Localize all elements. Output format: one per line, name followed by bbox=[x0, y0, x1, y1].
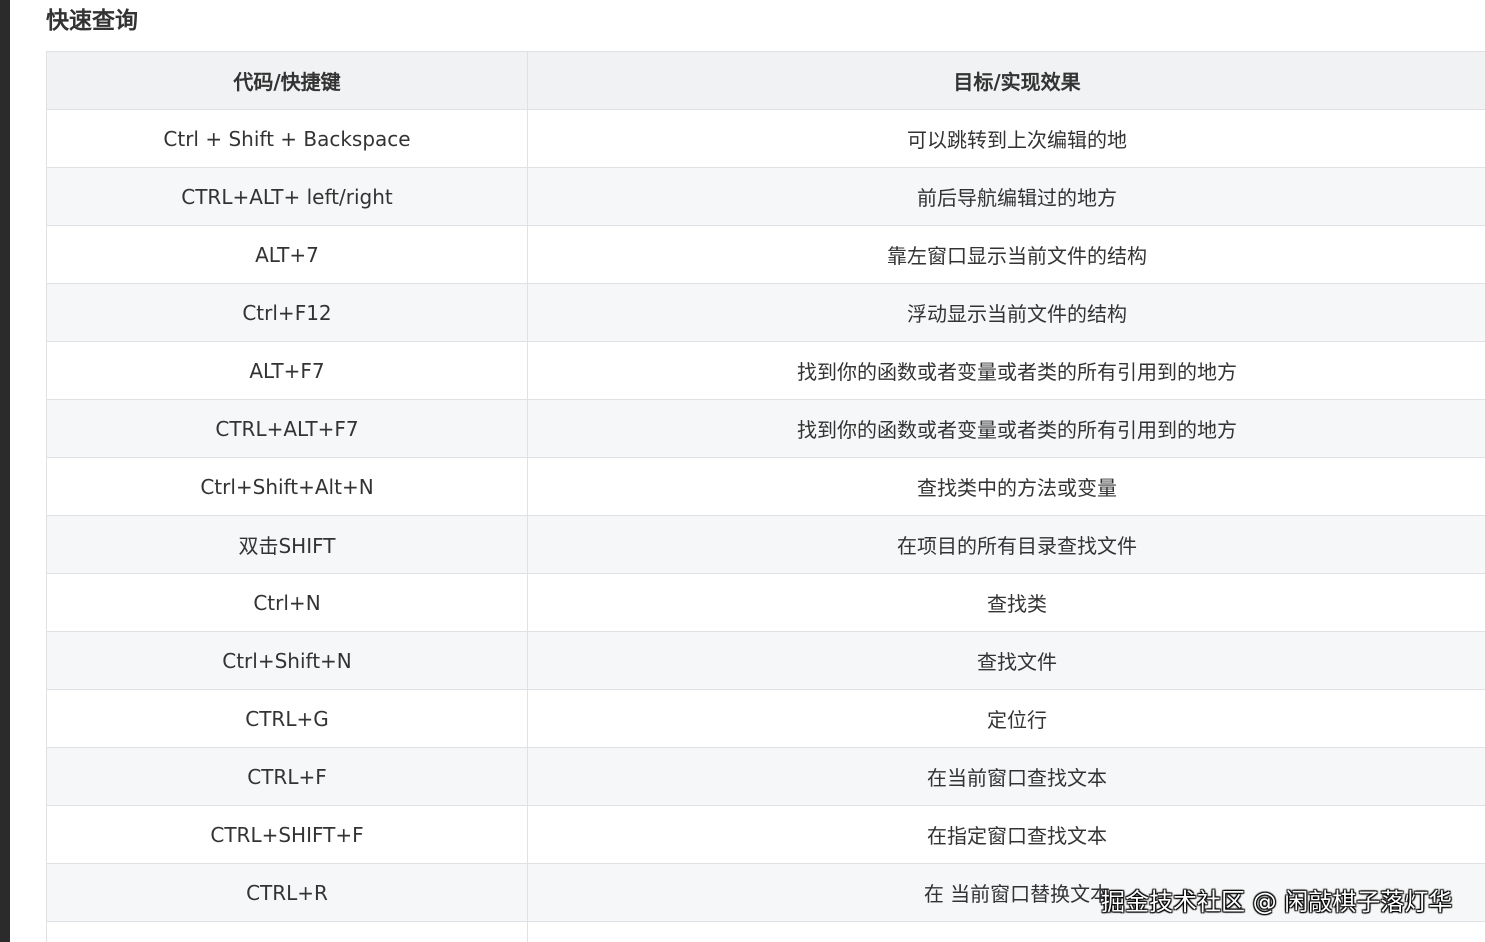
table-row: CTRL+ALT+ left/right 前后导航编辑过的地方 bbox=[46, 167, 1485, 226]
table-header-row: 代码/快捷键 目标/实现效果 bbox=[46, 51, 1485, 110]
effect-cell: 找到你的函数或者变量或者类的所有引用到的地方 bbox=[527, 341, 1485, 400]
window-left-edge bbox=[0, 0, 10, 942]
table-row: Ctrl+Shift+Alt+N 查找类中的方法或变量 bbox=[46, 457, 1485, 516]
effect-cell bbox=[527, 921, 1485, 942]
effect-cell: 查找类 bbox=[527, 573, 1485, 632]
table-row bbox=[46, 921, 1485, 942]
shortcut-table: 代码/快捷键 目标/实现效果 Ctrl + Shift + Backspace … bbox=[46, 51, 1485, 942]
effect-cell: 靠左窗口显示当前文件的结构 bbox=[527, 225, 1485, 284]
effect-cell: 可以跳转到上次编辑的地 bbox=[527, 109, 1485, 168]
effect-cell: 查找文件 bbox=[527, 631, 1485, 690]
effect-cell: 定位行 bbox=[527, 689, 1485, 748]
header-effect: 目标/实现效果 bbox=[527, 51, 1485, 110]
shortcut-cell: CTRL+ALT+ left/right bbox=[46, 167, 528, 226]
shortcut-cell: CTRL+ALT+F7 bbox=[46, 399, 528, 458]
table-row: Ctrl+Shift+N 查找文件 bbox=[46, 631, 1485, 690]
shortcut-cell: Ctrl+Shift+Alt+N bbox=[46, 457, 528, 516]
table-row: ALT+F7 找到你的函数或者变量或者类的所有引用到的地方 bbox=[46, 341, 1485, 400]
shortcut-cell: CTRL+SHIFT+F bbox=[46, 805, 528, 864]
shortcut-table-container: 代码/快捷键 目标/实现效果 Ctrl + Shift + Backspace … bbox=[46, 51, 1485, 942]
table-row: 双击SHIFT 在项目的所有目录查找文件 bbox=[46, 515, 1485, 574]
shortcut-cell bbox=[46, 921, 528, 942]
effect-cell: 前后导航编辑过的地方 bbox=[527, 167, 1485, 226]
shortcut-cell: ALT+F7 bbox=[46, 341, 528, 400]
table-row: ALT+7 靠左窗口显示当前文件的结构 bbox=[46, 225, 1485, 284]
watermark-text: 掘金技术社区 @ 闲敲棋子落灯华 bbox=[1101, 888, 1453, 916]
shortcut-cell: CTRL+F bbox=[46, 747, 528, 806]
shortcut-cell: Ctrl+Shift+N bbox=[46, 631, 528, 690]
table-row: Ctrl+N 查找类 bbox=[46, 573, 1485, 632]
table-row: Ctrl + Shift + Backspace 可以跳转到上次编辑的地 bbox=[46, 109, 1485, 168]
shortcut-cell: Ctrl + Shift + Backspace bbox=[46, 109, 528, 168]
table-row: CTRL+ALT+F7 找到你的函数或者变量或者类的所有引用到的地方 bbox=[46, 399, 1485, 458]
shortcut-cell: 双击SHIFT bbox=[46, 515, 528, 574]
section-title: 快速查询 bbox=[46, 8, 138, 34]
effect-cell: 浮动显示当前文件的结构 bbox=[527, 283, 1485, 342]
effect-cell: 找到你的函数或者变量或者类的所有引用到的地方 bbox=[527, 399, 1485, 458]
table-row: CTRL+G 定位行 bbox=[46, 689, 1485, 748]
table-row: Ctrl+F12 浮动显示当前文件的结构 bbox=[46, 283, 1485, 342]
table-row: CTRL+SHIFT+F 在指定窗口查找文本 bbox=[46, 805, 1485, 864]
header-shortcut: 代码/快捷键 bbox=[46, 51, 528, 110]
effect-cell: 查找类中的方法或变量 bbox=[527, 457, 1485, 516]
table-row: CTRL+F 在当前窗口查找文本 bbox=[46, 747, 1485, 806]
shortcut-cell: Ctrl+F12 bbox=[46, 283, 528, 342]
shortcut-cell: CTRL+R bbox=[46, 863, 528, 922]
effect-cell: 在指定窗口查找文本 bbox=[527, 805, 1485, 864]
shortcut-cell: Ctrl+N bbox=[46, 573, 528, 632]
effect-cell: 在当前窗口查找文本 bbox=[527, 747, 1485, 806]
effect-cell: 在项目的所有目录查找文件 bbox=[527, 515, 1485, 574]
shortcut-cell: ALT+7 bbox=[46, 225, 528, 284]
shortcut-cell: CTRL+G bbox=[46, 689, 528, 748]
